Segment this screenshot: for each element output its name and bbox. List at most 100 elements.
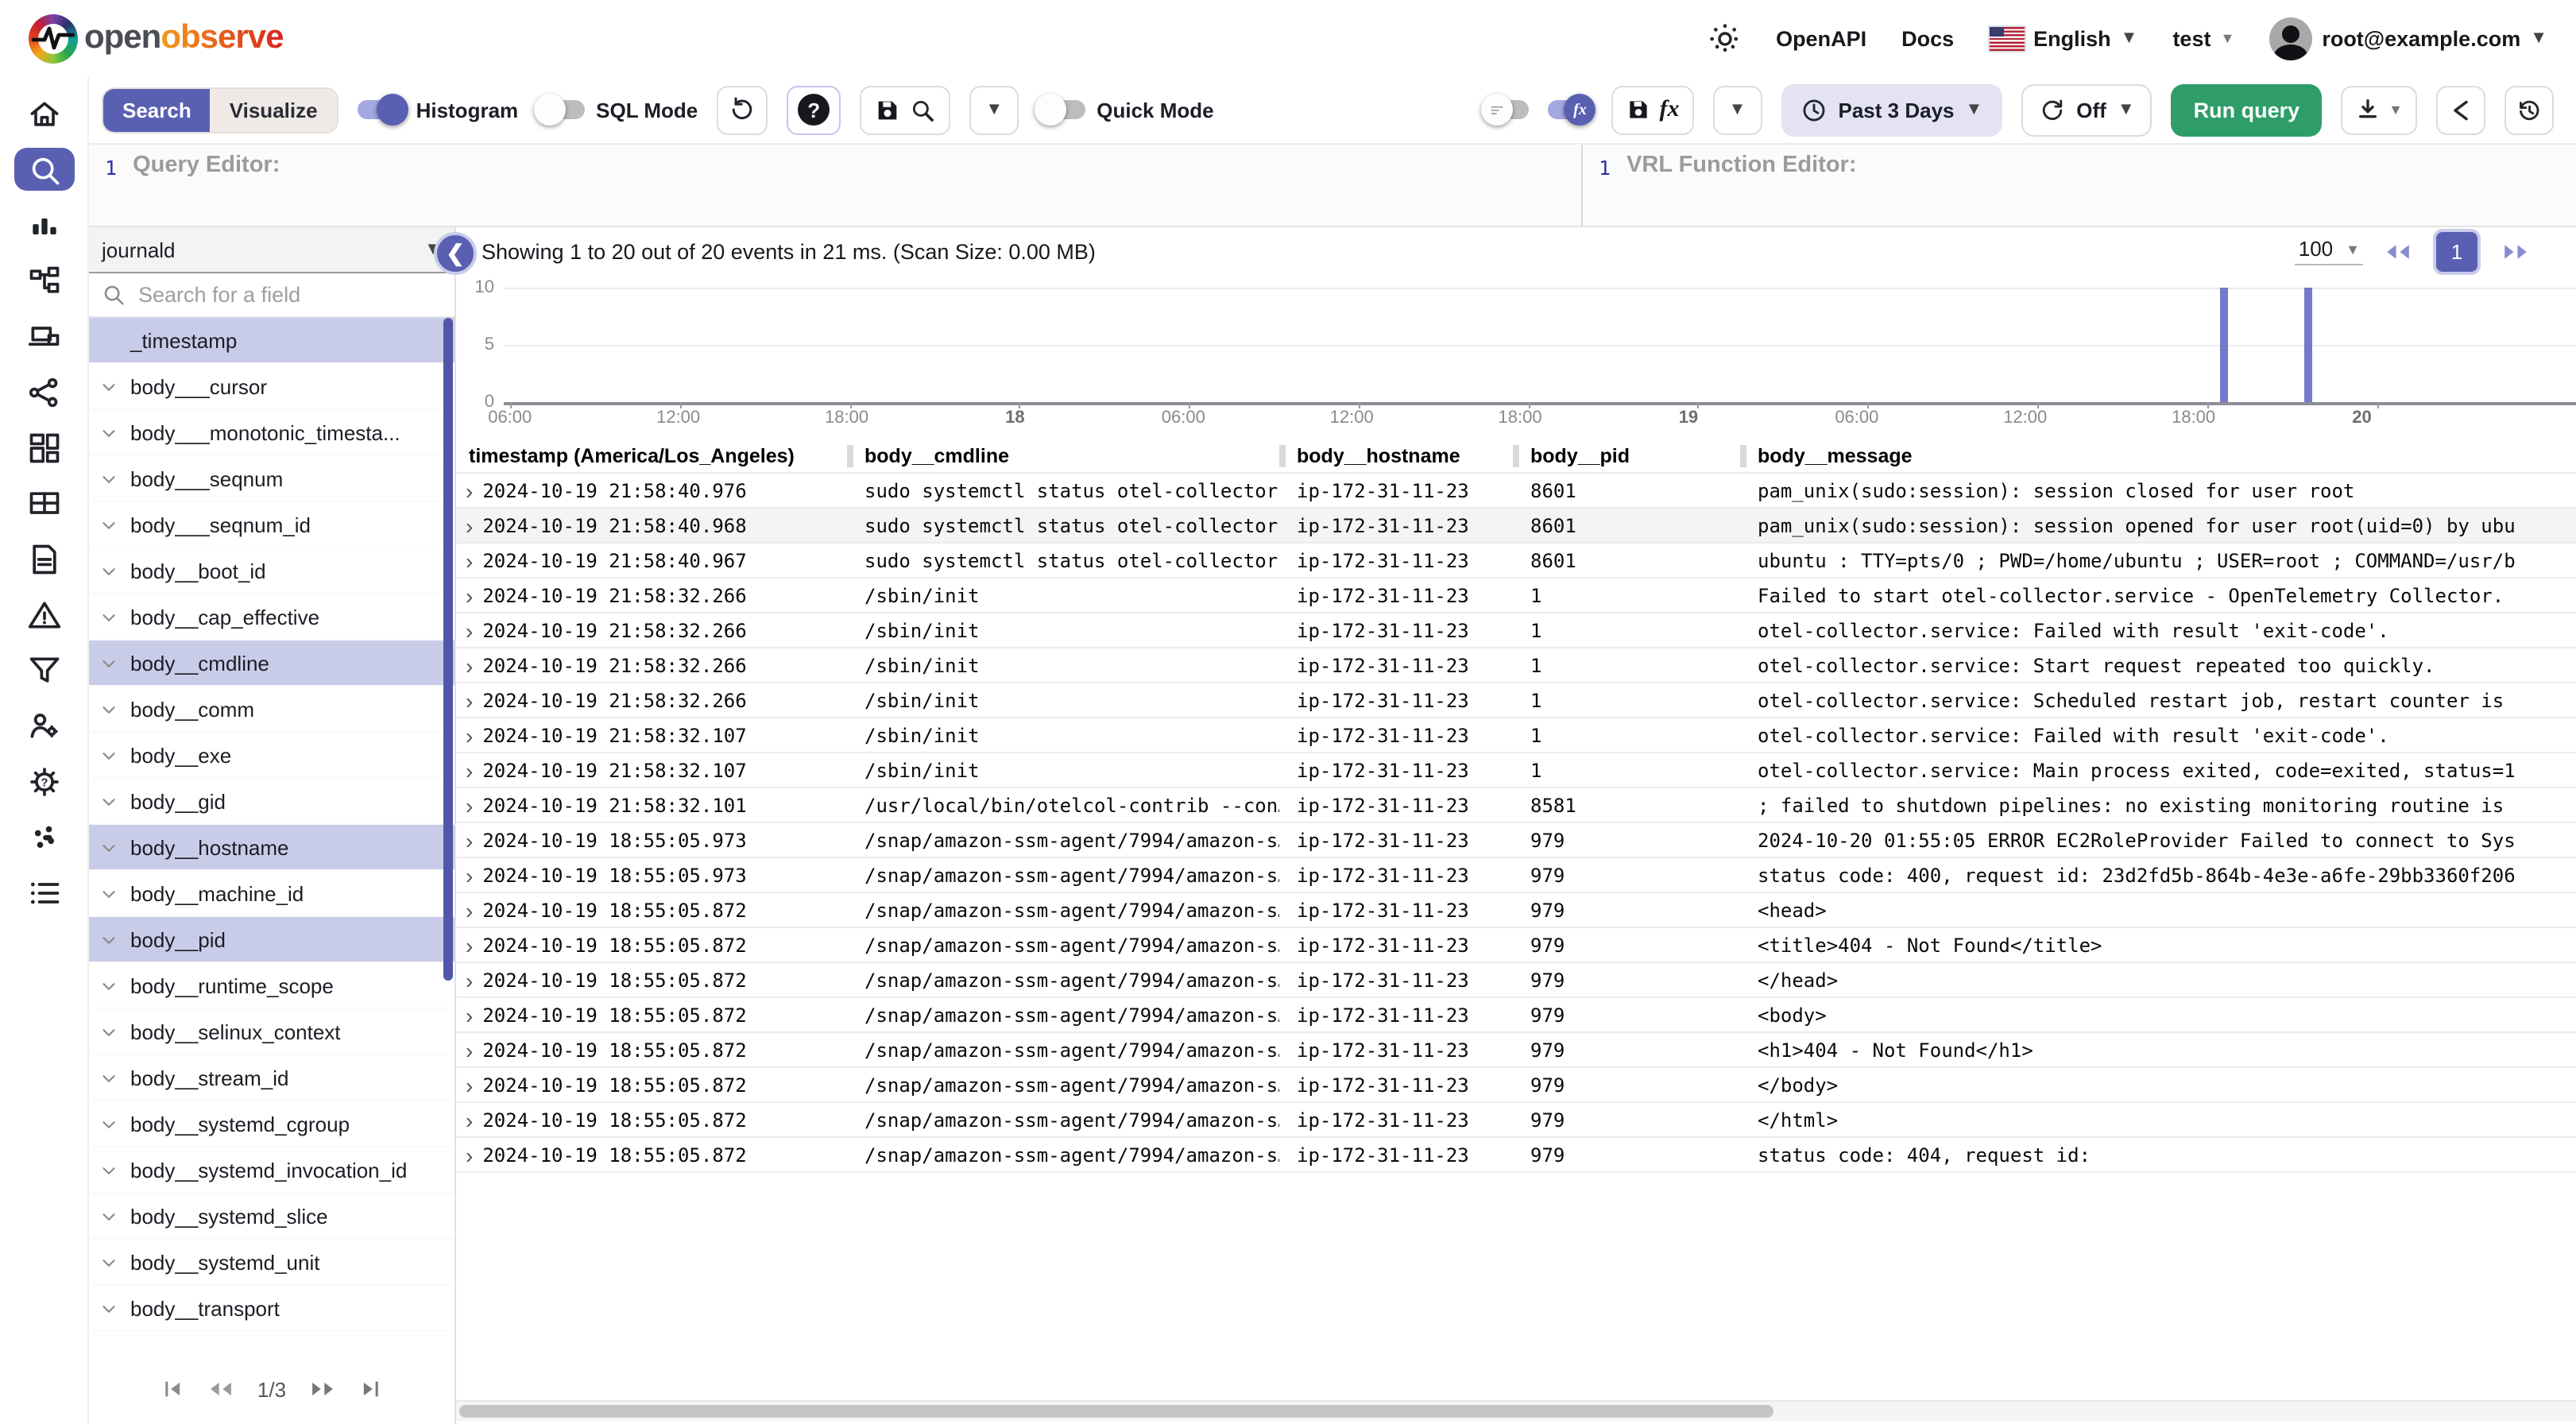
- sidebar-item-pipelines[interactable]: [14, 370, 74, 413]
- sidebar-item-search-logs[interactable]: [14, 148, 74, 191]
- column-header-body-pid[interactable]: body__pid: [1513, 445, 1740, 467]
- save-function-button[interactable]: fx: [1611, 85, 1694, 134]
- field-item[interactable]: body__machine_id: [89, 871, 454, 917]
- search-history-button[interactable]: [2504, 85, 2554, 134]
- page-number-button[interactable]: 1: [2433, 228, 2481, 274]
- quick-mode-toggle[interactable]: Quick Mode: [1035, 94, 1214, 126]
- field-search-input[interactable]: [135, 281, 412, 308]
- sidebar-item-slack[interactable]: [14, 815, 74, 858]
- prev-page-button[interactable]: [207, 1378, 235, 1400]
- column-header-body-cmdline[interactable]: body__cmdline: [847, 445, 1279, 467]
- table-row[interactable]: › 2024-10-19 18:55:05.872/snap/amazon-ssm…: [456, 927, 2576, 962]
- field-item[interactable]: body__cmdline: [89, 640, 454, 687]
- expand-row-icon[interactable]: ›: [466, 934, 473, 956]
- query-editor[interactable]: 1 Query Editor:: [89, 145, 1581, 226]
- auto-refresh-select[interactable]: Off ▼: [2021, 83, 2152, 136]
- field-item[interactable]: body__gid: [89, 779, 454, 825]
- table-row[interactable]: › 2024-10-19 18:55:05.872/snap/amazon-ssm…: [456, 996, 2576, 1031]
- sidebar-item-home[interactable]: [14, 92, 74, 135]
- field-item[interactable]: body__systemd_cgroup: [89, 1101, 454, 1147]
- wrap-lines-toggle[interactable]: [1481, 94, 1530, 126]
- sidebar-item-reports[interactable]: [14, 537, 74, 580]
- sql-mode-toggle[interactable]: SQL Mode: [534, 94, 698, 126]
- tab-search[interactable]: Search: [103, 88, 211, 131]
- expand-row-icon[interactable]: ›: [466, 514, 473, 536]
- field-item[interactable]: body__systemd_unit: [89, 1240, 454, 1286]
- expand-row-icon[interactable]: ›: [466, 654, 473, 676]
- field-item[interactable]: body__exe: [89, 733, 454, 779]
- table-row[interactable]: › 2024-10-19 18:55:05.872/snap/amazon-ssm…: [456, 1066, 2576, 1101]
- expand-row-icon[interactable]: ›: [466, 724, 473, 746]
- field-item[interactable]: body__runtime_scope: [89, 963, 454, 1009]
- expand-row-icon[interactable]: ›: [466, 1039, 473, 1061]
- expand-row-icon[interactable]: ›: [466, 584, 473, 606]
- horizontal-scrollbar-thumb[interactable]: [459, 1405, 1774, 1418]
- collapse-fields-button[interactable]: ❮: [434, 232, 477, 275]
- table-row[interactable]: › 2024-10-19 18:55:05.872/snap/amazon-ssm…: [456, 1101, 2576, 1136]
- histogram-bar[interactable]: [2219, 288, 2228, 402]
- field-item[interactable]: body__pid: [89, 917, 454, 963]
- sidebar-item-filter[interactable]: [14, 648, 74, 691]
- table-row[interactable]: › 2024-10-19 21:58:32.266/sbin/init ip-172…: [456, 612, 2576, 647]
- language-select[interactable]: English ▼: [1989, 26, 2137, 50]
- openapi-link[interactable]: OpenAPI: [1776, 26, 1866, 50]
- next-page-button[interactable]: [308, 1378, 337, 1400]
- saved-searches-dropdown-button[interactable]: ▼: [969, 85, 1019, 134]
- help-button[interactable]: ?: [787, 85, 841, 134]
- sidebar-item-metrics[interactable]: [14, 203, 74, 246]
- expand-row-icon[interactable]: ›: [466, 794, 473, 816]
- next-page-button[interactable]: [2500, 239, 2532, 263]
- reset-query-button[interactable]: [717, 85, 768, 134]
- first-page-button[interactable]: [162, 1378, 184, 1400]
- table-row[interactable]: › 2024-10-19 21:58:40.968 sudo systemctl s…: [456, 507, 2576, 542]
- field-item[interactable]: body__systemd_invocation_id: [89, 1147, 454, 1194]
- expand-row-icon[interactable]: ›: [466, 759, 473, 781]
- prev-page-button[interactable]: [2382, 239, 2414, 263]
- histogram-plot[interactable]: [504, 288, 2576, 408]
- field-item[interactable]: body__systemd_slice: [89, 1194, 454, 1240]
- expand-row-icon[interactable]: ›: [466, 829, 473, 851]
- sidebar-item-settings-gear[interactable]: ?: [14, 760, 74, 803]
- share-link-button[interactable]: [2436, 85, 2485, 134]
- field-item[interactable]: body___monotonic_timesta...: [89, 410, 454, 456]
- sidebar-item-streams[interactable]: [14, 482, 74, 524]
- field-item[interactable]: _timestamp: [89, 318, 454, 364]
- table-row[interactable]: › 2024-10-19 21:58:40.967 sudo systemctl s…: [456, 542, 2576, 577]
- saved-functions-dropdown-button[interactable]: ▼: [1712, 85, 1762, 134]
- field-item[interactable]: body__selinux_context: [89, 1009, 454, 1055]
- field-item[interactable]: body___seqnum: [89, 456, 454, 502]
- org-select[interactable]: test ▼: [2172, 26, 2234, 50]
- tab-visualize[interactable]: Visualize: [210, 88, 337, 131]
- sidebar-item-dashboards[interactable]: [14, 426, 74, 469]
- column-header-timestamp-america-los-angeles-[interactable]: timestamp (America/Los_Angeles): [456, 445, 847, 467]
- time-range-picker[interactable]: Past 3 Days ▼: [1781, 83, 2002, 136]
- vrl-function-editor[interactable]: 1 VRL Function Editor:: [1581, 145, 2576, 226]
- expand-row-icon[interactable]: ›: [466, 1109, 473, 1131]
- expand-row-icon[interactable]: ›: [466, 479, 473, 501]
- table-row[interactable]: › 2024-10-19 21:58:32.266/sbin/init ip-172…: [456, 647, 2576, 682]
- field-item[interactable]: body__cap_effective: [89, 594, 454, 640]
- save-search-button[interactable]: [860, 85, 951, 134]
- table-row[interactable]: › 2024-10-19 21:58:32.266/sbin/init ip-172…: [456, 682, 2576, 717]
- column-header-body-hostname[interactable]: body__hostname: [1279, 445, 1513, 467]
- field-item[interactable]: body__hostname: [89, 825, 454, 871]
- sidebar-item-alerts[interactable]: [14, 593, 74, 636]
- expand-row-icon[interactable]: ›: [466, 1143, 473, 1166]
- table-row[interactable]: › 2024-10-19 21:58:32.107/sbin/init ip-172…: [456, 752, 2576, 787]
- theme-sun-icon[interactable]: [1708, 21, 1741, 55]
- expand-row-icon[interactable]: ›: [466, 619, 473, 641]
- histogram-toggle[interactable]: Histogram: [357, 94, 518, 126]
- expand-row-icon[interactable]: ›: [466, 689, 473, 711]
- table-row[interactable]: › 2024-10-19 18:55:05.872/snap/amazon-ssm…: [456, 962, 2576, 996]
- column-header-body-message[interactable]: body__message: [1740, 445, 2566, 467]
- expand-row-icon[interactable]: ›: [466, 899, 473, 921]
- vrl-function-toggle[interactable]: fx: [1548, 94, 1596, 126]
- expand-row-icon[interactable]: ›: [466, 1004, 473, 1026]
- table-row[interactable]: › 2024-10-19 21:58:32.107/sbin/init ip-172…: [456, 717, 2576, 752]
- sidebar-item-traces[interactable]: [14, 259, 74, 302]
- docs-link[interactable]: Docs: [1901, 26, 1954, 50]
- expand-row-icon[interactable]: ›: [466, 1074, 473, 1096]
- table-row[interactable]: › 2024-10-19 21:58:32.101/usr/local/bin/o…: [456, 787, 2576, 822]
- per-page-select[interactable]: 100 ▼: [2295, 237, 2363, 265]
- expand-row-icon[interactable]: ›: [466, 549, 473, 571]
